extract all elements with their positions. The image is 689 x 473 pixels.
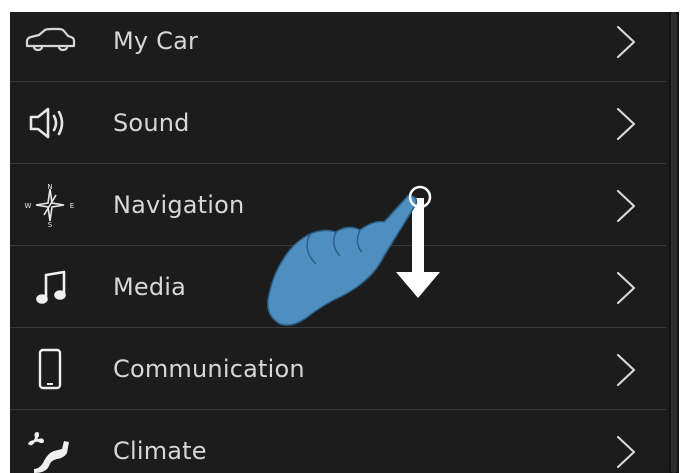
car-icon: [22, 19, 78, 63]
swipe-down-gesture: [250, 172, 450, 342]
menu-item-sound[interactable]: Sound: [10, 82, 666, 164]
svg-text:W: W: [25, 202, 32, 210]
chevron-right-icon: [615, 25, 637, 59]
svg-text:E: E: [70, 202, 74, 210]
phone-icon: [22, 347, 78, 391]
menu-item-label: My Car: [113, 27, 199, 55]
chevron-right-icon: [615, 271, 637, 305]
scrollbar-thumb[interactable]: [671, 12, 677, 473]
chevron-right-icon: [615, 353, 637, 387]
menu-item-label: Sound: [113, 109, 190, 137]
svg-text:S: S: [48, 221, 53, 227]
music-note-icon: [22, 265, 78, 309]
speaker-icon: [22, 101, 78, 145]
compass-icon: N E S W: [22, 183, 78, 227]
menu-item-my-car[interactable]: My Car: [10, 12, 666, 82]
chevron-right-icon: [615, 435, 637, 469]
chevron-right-icon: [615, 189, 637, 223]
menu-item-climate[interactable]: Climate: [10, 410, 666, 473]
climate-icon: [22, 429, 78, 473]
menu-item-label: Media: [113, 273, 187, 301]
svg-text:N: N: [47, 183, 52, 191]
menu-item-label: Climate: [113, 437, 207, 465]
chevron-right-icon: [615, 107, 637, 141]
menu-item-label: Navigation: [113, 191, 245, 219]
scrollbar[interactable]: [669, 12, 679, 473]
hand-icon: [267, 194, 418, 326]
